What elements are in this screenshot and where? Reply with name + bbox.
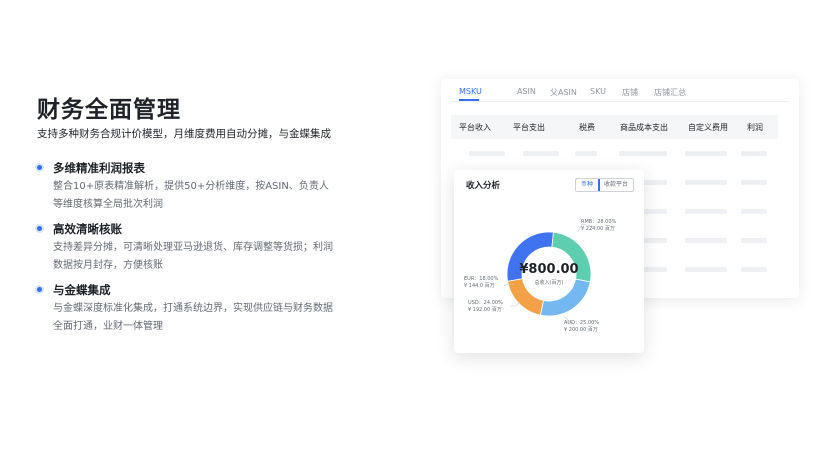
placeholder-cell [685, 238, 727, 243]
placeholder-cell [741, 180, 767, 185]
page-subtitle: 支持多种财务合规计价模型，月维度费用自动分摊，与金蝶集成 [37, 128, 331, 140]
slice-label-usd: USD：24.00% ¥ 192.00 百万 [468, 300, 503, 313]
total-income-label: 总收入(百万) [534, 280, 564, 286]
bullet-icon [37, 165, 42, 170]
placeholder-cell [685, 151, 727, 156]
slice-label-aud: AUD：25.00% ¥ 200.00 百万 [564, 320, 599, 333]
table-header: 平台收入 平台支出 税费 商品成本支出 自定义费用 利润 [451, 115, 778, 139]
placeholder-cell [619, 151, 667, 156]
placeholder-cell [741, 209, 767, 214]
bullet-icon [37, 226, 42, 231]
column-header: 平台支出 [513, 123, 545, 132]
placeholder-cell [685, 180, 727, 185]
column-header: 利润 [747, 123, 763, 132]
feature-title: 与金蝶集成 [53, 283, 111, 297]
feature-title: 高效清晰核账 [53, 222, 122, 236]
bullet-icon [37, 287, 42, 292]
placeholder-cell [685, 267, 727, 272]
tab-sku[interactable]: SKU [590, 87, 606, 96]
active-tab-underline [459, 99, 479, 101]
placeholder-cell [685, 209, 727, 214]
placeholder-cell [741, 267, 767, 272]
tab-divider [451, 101, 789, 102]
feature-description: 整合10+原表精准解析，提供50+分析维度，按ASIN、负责人等维度核算全局批次… [53, 181, 329, 210]
placeholder-cell [469, 151, 505, 156]
column-header: 平台收入 [459, 123, 491, 132]
slice-label-eur: EUR：18.00% ¥ 144.0 百万 [464, 276, 499, 289]
placeholder-cell [575, 151, 597, 156]
slice-label-rmb: RMB：28.00% ¥ 224.00 百万 [581, 219, 617, 232]
tab-msku[interactable]: MSKU [459, 87, 482, 96]
income-analysis-card: 收入分析 币种 收款平台 ¥800.00 总收入(百万) RMB：28.00% … [454, 170, 644, 353]
column-header: 税费 [579, 123, 595, 132]
tab-asin[interactable]: ASIN [517, 87, 536, 96]
placeholder-cell [523, 151, 559, 156]
page-title: 财务全面管理 [37, 97, 181, 123]
placeholder-cell [741, 238, 767, 243]
tab-store[interactable]: 店铺 [622, 87, 638, 98]
tab-parent-asin[interactable]: 父ASIN [550, 87, 577, 98]
column-header: 自定义费用 [688, 123, 728, 132]
feature-description: 与金蝶深度标准化集成，打通系统边界，实现供应链与财务数据全面打通，业财一体管理 [53, 303, 333, 332]
placeholder-cell [741, 151, 767, 156]
tab-store-summary[interactable]: 店铺汇总 [654, 87, 686, 98]
feature-title: 多维精准利润报表 [53, 161, 145, 175]
feature-description: 支持差异分摊，可清晰处理亚马逊退货、库存调整等货损；利润数据按月封存，方便核账 [53, 242, 333, 271]
total-income-value: ¥800.00 [519, 262, 579, 277]
column-header: 商品成本支出 [620, 123, 668, 132]
